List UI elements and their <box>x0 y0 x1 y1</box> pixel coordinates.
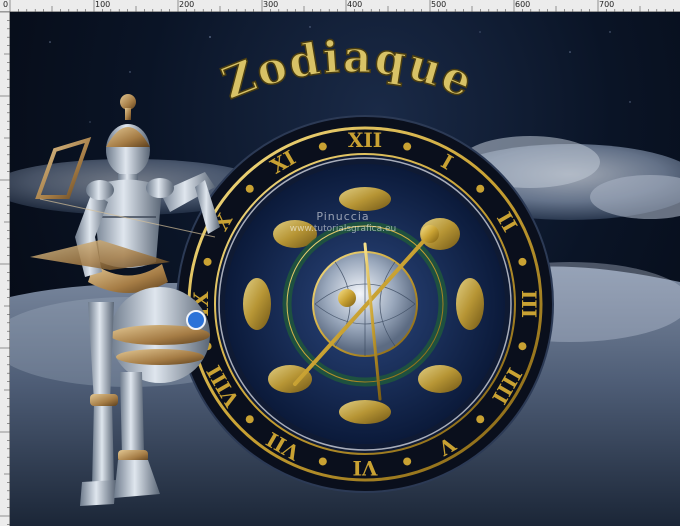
ruler-label-600: 600 <box>515 0 531 9</box>
ruler-label-500: 500 <box>431 0 447 9</box>
horizontal-ruler: 0 100 200 300 400 500 600 700 <box>0 0 680 12</box>
vertical-ruler-ticks <box>0 12 10 525</box>
watermark: Pinuccia www.tutorialsgrafica.eu <box>278 210 408 234</box>
ruler-label-0: 0 <box>3 0 9 9</box>
ruler-label-700: 700 <box>599 0 615 9</box>
watermark-url: www.tutorialsgrafica.eu <box>289 224 397 234</box>
ruler-label-100: 100 <box>95 0 111 9</box>
image-canvas[interactable]: Zodiaque XII I II III IIII V VI VII VIII IX X XI <box>10 12 680 526</box>
ruler-label-300: 300 <box>263 0 279 9</box>
watermark-name: Pinuccia <box>316 210 370 223</box>
ruler-label-200: 200 <box>179 0 195 9</box>
vertical-ruler <box>0 12 10 526</box>
robot-figure <box>30 94 220 506</box>
ruler-label-400: 400 <box>347 0 363 9</box>
